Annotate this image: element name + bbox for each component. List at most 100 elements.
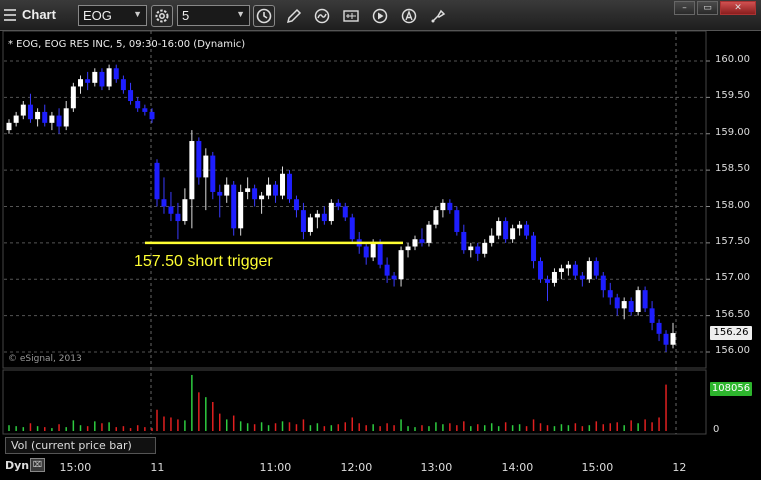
last-volume-tag: 108056 xyxy=(710,382,752,396)
alert-a-icon[interactable] xyxy=(398,5,420,27)
candle xyxy=(168,191,174,222)
price-tick-label: 157.50 xyxy=(715,235,750,247)
price-tick-label: 157.00 xyxy=(715,272,750,284)
candle xyxy=(510,224,516,243)
candle xyxy=(42,104,48,127)
candle xyxy=(286,170,292,203)
candle xyxy=(433,206,439,229)
time-tick-label: 14:00 xyxy=(501,461,534,474)
candle xyxy=(210,151,216,200)
candle xyxy=(419,228,425,247)
time-tick-label: 11 xyxy=(150,461,165,474)
candle xyxy=(196,137,202,185)
candle xyxy=(447,199,453,214)
candle xyxy=(586,257,592,283)
volume-study-label[interactable]: Vol (current price bar) xyxy=(5,437,156,454)
candle xyxy=(531,231,537,269)
candle xyxy=(565,261,571,276)
candle xyxy=(49,111,55,131)
candle xyxy=(440,199,446,218)
price-tick-label: 160.00 xyxy=(715,54,750,65)
candle xyxy=(300,202,306,240)
time-tick-label: 15:00 xyxy=(59,461,92,474)
candle xyxy=(426,221,432,247)
candle xyxy=(607,282,613,305)
candle xyxy=(314,210,320,229)
candle xyxy=(405,242,411,258)
annotation-text: 157.50 short trigger xyxy=(134,253,273,270)
candle xyxy=(149,108,155,123)
candle xyxy=(593,257,599,280)
refresh-curve-icon[interactable] xyxy=(311,5,333,27)
candle xyxy=(203,148,209,211)
interval-input[interactable]: 5 ▼ xyxy=(177,5,250,26)
candle xyxy=(642,286,648,312)
candle xyxy=(321,206,327,225)
candle xyxy=(78,75,83,94)
candle xyxy=(20,101,26,120)
candle xyxy=(600,271,606,298)
candle xyxy=(461,224,467,254)
candle xyxy=(35,108,41,127)
candle xyxy=(412,235,418,251)
settings-gear-icon[interactable] xyxy=(151,5,173,27)
symbol-input[interactable]: EOG ▼ xyxy=(78,5,147,26)
candle xyxy=(293,195,299,218)
dynamic-lock-icon[interactable]: ⌧ xyxy=(30,458,45,472)
candle xyxy=(113,64,119,83)
minimize-button[interactable]: – xyxy=(674,1,695,15)
candle xyxy=(663,330,669,352)
candle xyxy=(182,188,188,225)
price-tick-label: 159.00 xyxy=(715,126,750,138)
candle xyxy=(635,286,641,316)
restore-button[interactable]: ▭ xyxy=(697,1,718,15)
candle xyxy=(224,177,230,203)
candle xyxy=(99,68,105,91)
candle xyxy=(328,199,334,225)
candle xyxy=(135,97,141,112)
candle xyxy=(175,202,181,240)
candle xyxy=(120,75,126,94)
pencil-draw-icon[interactable] xyxy=(283,5,305,27)
candle xyxy=(628,297,634,316)
candle xyxy=(489,228,495,247)
candle xyxy=(238,184,244,236)
clock-icon[interactable] xyxy=(253,5,275,27)
link-paint-icon[interactable] xyxy=(427,5,449,27)
time-tick-label: 12 xyxy=(672,461,687,474)
candle xyxy=(92,68,98,87)
candle xyxy=(614,293,620,316)
time-tick-label: 15:00 xyxy=(581,461,614,474)
candle xyxy=(496,217,502,240)
candle xyxy=(280,166,286,200)
candle xyxy=(649,301,655,331)
candle xyxy=(475,242,481,262)
price-tick-label: 158.00 xyxy=(715,199,750,211)
play-replay-icon[interactable] xyxy=(369,5,391,27)
candle xyxy=(468,242,474,258)
chevron-down-icon: ▼ xyxy=(133,9,142,19)
candle xyxy=(266,177,272,200)
time-tick-label: 12:00 xyxy=(340,461,373,474)
candle xyxy=(349,213,355,243)
candle xyxy=(217,184,223,218)
close-button[interactable]: ✕ xyxy=(720,1,756,15)
price-chart[interactable] xyxy=(0,31,761,480)
candle xyxy=(398,246,404,287)
candle xyxy=(63,101,69,131)
candle xyxy=(56,108,62,134)
candle xyxy=(231,181,237,236)
candle xyxy=(142,104,148,116)
candle xyxy=(189,130,195,229)
toolbar: Chart EOG ▼ 5 ▼ – ▭ ✕ xyxy=(0,0,761,31)
candle xyxy=(106,64,112,91)
candle xyxy=(454,206,460,236)
candle xyxy=(161,177,167,214)
candle xyxy=(85,71,91,91)
candle xyxy=(307,213,313,236)
grip-icon[interactable] xyxy=(4,6,16,24)
price-tick-label: 158.50 xyxy=(715,163,750,175)
price-tick-label: 156.00 xyxy=(715,345,750,356)
candle xyxy=(551,268,557,287)
quote-ticker-icon[interactable] xyxy=(340,5,362,27)
